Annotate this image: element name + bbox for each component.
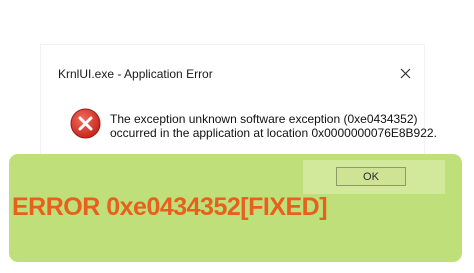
error-x-icon [70, 108, 101, 139]
error-message-line1: The exception unknown software exception… [110, 112, 418, 126]
error-message: The exception unknown software exception… [110, 112, 437, 140]
error-message-line2: occurred in the application at location … [110, 126, 437, 140]
close-button[interactable] [396, 64, 414, 82]
dialog-title: KrnlUI.exe - Application Error [58, 67, 213, 81]
ok-button[interactable]: OK [336, 167, 406, 186]
error-dialog [40, 44, 425, 162]
close-icon [400, 68, 410, 78]
error-headline: ERROR 0xe0434352[FIXED] [12, 193, 328, 221]
